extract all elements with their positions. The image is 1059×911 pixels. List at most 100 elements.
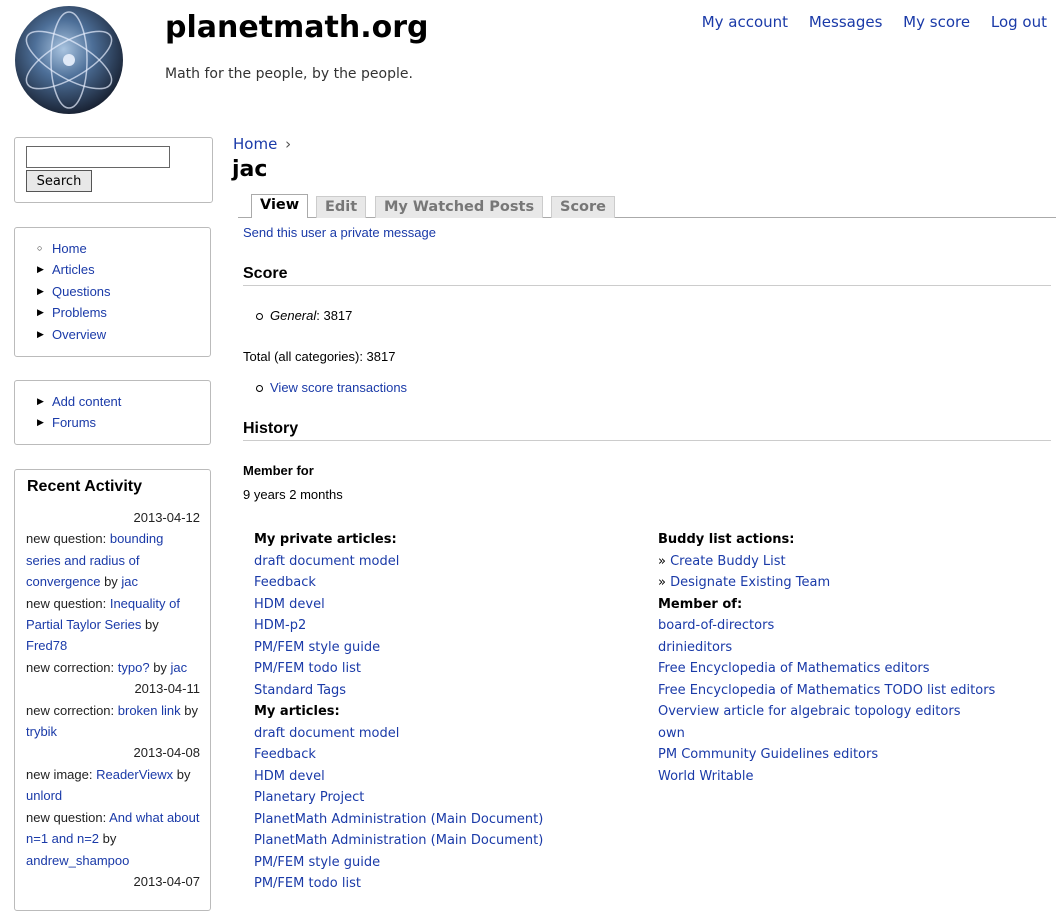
search-block: Search [14, 137, 213, 203]
tab-my-watched-posts[interactable]: My Watched Posts [375, 196, 544, 218]
messages-link[interactable]: Messages [809, 13, 883, 31]
buddy-action-item: » Create Buddy List [658, 553, 786, 569]
search-button[interactable]: Search [26, 170, 92, 192]
private-article-link[interactable]: Standard Tags [254, 683, 346, 698]
member-group-link[interactable]: drinieditors [658, 640, 732, 655]
activity-user-link[interactable]: jac [121, 574, 138, 589]
private-article-item: PM/FEM style guide [254, 637, 543, 659]
activity-link[interactable]: ReaderViewx [96, 767, 173, 782]
article-item: HDM devel [254, 766, 543, 788]
view-transactions-item: View score transactions [256, 380, 407, 395]
activity-user-link[interactable]: jac [171, 660, 188, 675]
view-score-transactions-link[interactable]: View score transactions [270, 380, 407, 395]
activity-type: new correction: [26, 702, 118, 718]
article-link[interactable]: PlanetMath Administration (Main Document… [254, 812, 543, 827]
private-article-item: PM/FEM todo list [254, 658, 543, 680]
activity-item: new correction: broken link by trybik [26, 700, 200, 743]
article-link[interactable]: draft document model [254, 726, 399, 741]
member-for-label: Member for [243, 463, 314, 478]
private-article-link[interactable]: Feedback [254, 575, 316, 590]
activity-by: by [180, 702, 202, 718]
private-article-link[interactable]: HDM devel [254, 597, 325, 612]
site-name[interactable]: planetmath.org [165, 10, 429, 45]
article-link[interactable]: HDM devel [254, 769, 325, 784]
activity-by: by [141, 617, 163, 633]
activity-user-link[interactable]: trybik [26, 724, 57, 739]
private-articles-list: draft document model Feedback HDM devel HDM… [254, 551, 543, 702]
menu-item-forums[interactable]: ▶ Forums [15, 412, 210, 433]
search-input[interactable] [26, 146, 170, 168]
member-group-link[interactable]: Free Encyclopedia of Mathematics editors [658, 661, 930, 676]
private-article-item: HDM-p2 [254, 615, 543, 637]
member-group-link[interactable]: own [658, 726, 685, 741]
tab-view[interactable]: View [251, 194, 309, 218]
buddy-actions-heading: Buddy list actions: [658, 532, 795, 547]
activity-user-link[interactable]: Fred78 [26, 638, 67, 653]
activity-by: by [99, 831, 120, 847]
menu-item-add-content[interactable]: ▶ Add content [15, 391, 210, 412]
activity-item: new question: And what about n=1 and n=2… [26, 807, 200, 871]
articles-list: draft document model Feedback HDM devel Pla… [254, 723, 543, 895]
article-link[interactable]: PlanetMath Administration (Main Document… [254, 833, 543, 848]
member-group-link[interactable]: PM Community Guidelines editors [658, 747, 878, 762]
activity-by: by [173, 766, 195, 782]
menu-item-questions[interactable]: ▶ Questions [15, 281, 210, 302]
member-group-link[interactable]: World Writable [658, 769, 754, 784]
member-for-value: 9 years 2 months [243, 487, 343, 502]
triangle-right-icon: ▶ [37, 396, 44, 406]
menu-item-home[interactable]: ○ Home [15, 238, 210, 259]
main-menu: ○ Home ▶ Articles ▶ Questions ▶ Problems ▶ Ov… [14, 227, 211, 357]
member-group-item: drinieditors [658, 637, 995, 659]
create-buddy-list-link[interactable]: Create Buddy List [670, 554, 786, 569]
activity-link[interactable]: broken link [118, 703, 181, 718]
menu-item-problems[interactable]: ▶ Problems [15, 302, 210, 323]
article-item: Feedback [254, 744, 543, 766]
recent-activity-list: 2013-04-12 new question: bounding series … [26, 507, 200, 892]
activity-link[interactable]: typo? [118, 660, 150, 675]
activity-date: 2013-04-08 [133, 745, 201, 761]
score-category-item: General: 3817 [256, 308, 352, 323]
member-of-list: board-of-directors drinieditors Free Encyc… [658, 615, 995, 787]
private-article-link[interactable]: PM/FEM style guide [254, 640, 380, 655]
menu-item-overview[interactable]: ▶ Overview [15, 324, 210, 345]
triangle-right-icon: ▶ [37, 285, 44, 296]
activity-type: new correction: [26, 659, 118, 675]
log-out-link[interactable]: Log out [991, 13, 1047, 31]
article-item: draft document model [254, 723, 543, 745]
member-group-item: World Writable [658, 766, 995, 788]
page-title: jac [232, 157, 268, 182]
member-group-item: PM Community Guidelines editors [658, 744, 995, 766]
activity-item: new image: ReaderViewx by unlord [26, 764, 200, 807]
activity-user-link[interactable]: unlord [26, 788, 62, 803]
menu-item-articles[interactable]: ▶ Articles [15, 259, 210, 280]
activity-by: by [100, 574, 122, 590]
tab-edit[interactable]: Edit [316, 196, 367, 218]
article-link[interactable]: PM/FEM style guide [254, 855, 380, 870]
activity-date: 2013-04-12 [133, 510, 201, 525]
article-item: PlanetMath Administration (Main Document… [254, 830, 543, 852]
article-link[interactable]: Planetary Project [254, 790, 364, 805]
triangle-right-icon: ▶ [37, 417, 44, 428]
my-score-link[interactable]: My score [903, 13, 970, 31]
private-message-link[interactable]: Send this user a private message [243, 225, 436, 240]
member-group-link[interactable]: Overview article for algebraic topology … [658, 704, 960, 719]
article-link[interactable]: Feedback [254, 747, 316, 762]
private-article-link[interactable]: HDM-p2 [254, 618, 306, 633]
tab-score[interactable]: Score [551, 196, 615, 218]
tab-bar: View Edit My Watched Posts Score [238, 194, 1056, 218]
breadcrumb-home-link[interactable]: Home [233, 135, 277, 153]
history-heading: History [243, 420, 1051, 441]
member-group-item: Overview article for algebraic topology … [658, 701, 995, 723]
buddy-column: Buddy list actions: » Create Buddy List … [658, 529, 995, 787]
site-logo[interactable] [14, 5, 124, 115]
member-group-link[interactable]: board-of-directors [658, 618, 774, 633]
article-item: PlanetMath Administration (Main Document… [254, 809, 543, 831]
designate-team-link[interactable]: Designate Existing Team [670, 575, 830, 590]
my-account-link[interactable]: My account [702, 13, 788, 31]
private-article-link[interactable]: draft document model [254, 554, 399, 569]
private-article-link[interactable]: PM/FEM todo list [254, 661, 361, 676]
activity-user-link[interactable]: andrew_shampoo [26, 853, 129, 868]
activity-type: new question: [26, 531, 110, 547]
member-group-link[interactable]: Free Encyclopedia of Mathematics TODO li… [658, 683, 995, 698]
article-link[interactable]: PM/FEM todo list [254, 876, 361, 891]
